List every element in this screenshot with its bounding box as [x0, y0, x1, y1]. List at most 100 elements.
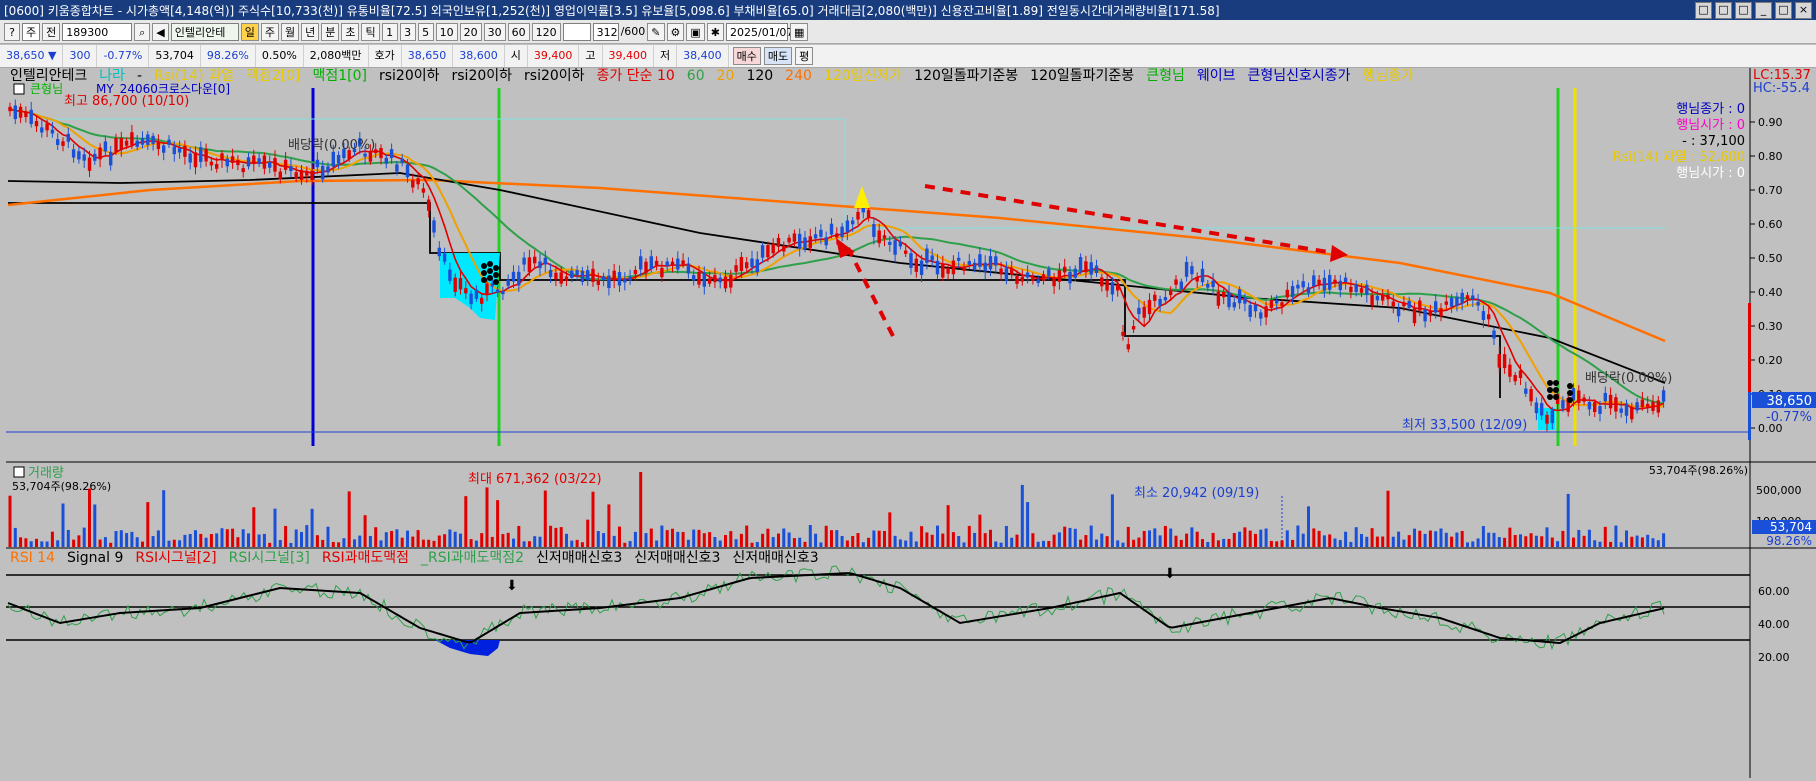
candle-body: [723, 276, 728, 289]
period-day[interactable]: 일: [240, 22, 259, 41]
legend-item[interactable]: 60: [687, 68, 705, 84]
candle-body: [363, 153, 367, 157]
volume-bar: [1333, 538, 1337, 547]
legend-item[interactable]: rsi20이하: [379, 68, 440, 84]
rsi-legend-item[interactable]: RSI시그널[2]: [135, 550, 216, 566]
minimize-button[interactable]: _: [1755, 2, 1772, 19]
candle-body: [1280, 302, 1284, 307]
legend-item[interactable]: 큰형님: [1146, 68, 1185, 84]
legend-item[interactable]: 120일신저가: [824, 68, 902, 84]
rsi-legend-item[interactable]: RSI과매도맥점: [322, 550, 409, 566]
legend-item[interactable]: 20: [717, 68, 735, 84]
period-tick[interactable]: 틱: [361, 22, 380, 41]
candle-body: [98, 147, 102, 160]
legend-item[interactable]: 큰형님신호시종가: [1247, 68, 1350, 84]
volume-bar: [1561, 530, 1565, 547]
candle-body: [718, 277, 722, 283]
volume-bar: [209, 534, 213, 547]
volume-bar: [639, 472, 643, 547]
legend-box-icon: [13, 466, 25, 478]
legend-item[interactable]: 웨이브: [1197, 68, 1236, 84]
restore-button[interactable]: □: [1695, 2, 1712, 19]
volume-bar: [1280, 540, 1284, 547]
rsi-legend-item[interactable]: RSI 14: [10, 550, 55, 566]
legend-item[interactable]: 120일돌파기준봉: [914, 68, 1018, 84]
date-input[interactable]: 2025/01/07: [726, 22, 793, 41]
interval-120[interactable]: 120: [531, 22, 561, 41]
save-icon[interactable]: ▣: [686, 22, 705, 41]
rsi-legend-item[interactable]: RSI시그널[3]: [229, 550, 310, 566]
volume-bar: [1084, 535, 1088, 547]
rsi-legend-item[interactable]: 신저매매신호3: [634, 550, 720, 566]
period-week[interactable]: 주: [260, 22, 279, 41]
chart-svg[interactable]: 인텔리안테크 나라 - Rsi(14) 과열 맥점2[0] 맥점1[0] rsi20이하 rs…: [0, 68, 1816, 778]
volume-bar: [1662, 533, 1666, 547]
interval-custom-input[interactable]: [562, 22, 591, 41]
buy-button[interactable]: 매수: [732, 47, 761, 65]
eval-button[interactable]: 평: [795, 47, 814, 65]
count-input[interactable]: 312: [592, 22, 619, 41]
candle-body: [172, 146, 176, 155]
cascade-button[interactable]: □: [1735, 2, 1752, 19]
legend-item[interactable]: 행님종가: [1363, 68, 1415, 84]
legend-item[interactable]: rsi20이하: [524, 68, 585, 84]
volume-bar: [459, 533, 462, 547]
interval-5[interactable]: 5: [417, 22, 434, 41]
interval-30[interactable]: 30: [483, 22, 506, 41]
candle-body: [453, 277, 457, 292]
volume-bar: [368, 536, 372, 547]
period-minute[interactable]: 분: [321, 22, 340, 41]
interval-20[interactable]: 20: [459, 22, 482, 41]
volume-bar: [231, 528, 235, 547]
tile-button[interactable]: □: [1715, 2, 1732, 19]
period-year[interactable]: 년: [301, 22, 320, 41]
calendar-icon[interactable]: ▦: [790, 22, 809, 41]
volume-bar: [1243, 527, 1247, 547]
volume-bar: [1503, 537, 1507, 547]
legend-item[interactable]: 맥점2[0]: [246, 68, 301, 84]
candle-body: [623, 278, 627, 283]
gear-icon[interactable]: ✱: [706, 22, 725, 41]
rsi-legend-item[interactable]: 신저매매신호3: [732, 550, 818, 566]
candle-body: [554, 272, 558, 280]
volume-bar: [1471, 541, 1475, 547]
volume-bar: [623, 542, 627, 547]
period-second[interactable]: 초: [341, 22, 360, 41]
maximize-button[interactable]: □: [1775, 2, 1792, 19]
stock-code-input[interactable]: 189300: [62, 22, 133, 41]
legend-item[interactable]: 120일돌파기준봉: [1030, 68, 1134, 84]
rsi-legend-item[interactable]: Signal 9: [67, 550, 123, 566]
candle-body: [919, 260, 924, 275]
interval-10[interactable]: 10: [435, 22, 458, 41]
volume-bar: [883, 530, 886, 547]
volume-bar: [1423, 533, 1427, 547]
chart-area[interactable]: 인텔리안테크 나라 - Rsi(14) 과열 맥점2[0] 맥점1[0] rsi20이하 rs…: [0, 68, 1816, 778]
period-select[interactable]: 주: [22, 22, 41, 41]
legend-item[interactable]: rsi20이하: [452, 68, 513, 84]
interval-3[interactable]: 3: [399, 22, 416, 41]
prev-button[interactable]: 전: [42, 22, 61, 41]
volume-bar: [1068, 527, 1072, 547]
legend-item[interactable]: 종가 단순 10: [597, 68, 675, 84]
volume-axis-tick: 500,000: [1756, 484, 1802, 497]
settings-icon[interactable]: ⚙: [666, 22, 685, 41]
candle-body: [1386, 294, 1390, 300]
help-icon[interactable]: ?: [4, 22, 20, 41]
window-controls: □ □ □ _ □ ×: [1695, 2, 1812, 19]
rsi-legend-item[interactable]: 신저매매신호3: [536, 550, 622, 566]
candle-body: [607, 275, 611, 289]
tool-icon[interactable]: ✎: [647, 22, 665, 41]
sell-button[interactable]: 매도: [763, 47, 793, 65]
legend-item[interactable]: 120: [746, 68, 773, 84]
volume-bar: [1540, 536, 1544, 547]
legend-item[interactable]: 맥점1[0]: [312, 68, 367, 84]
rsi-legend-item[interactable]: _RSI과매도맥점2: [420, 550, 524, 566]
search-icon[interactable]: ⌕: [134, 22, 151, 41]
interval-1[interactable]: 1: [381, 22, 398, 41]
legend-item[interactable]: 240: [785, 68, 812, 84]
interval-60[interactable]: 60: [507, 22, 530, 41]
candle-body: [268, 161, 272, 168]
period-month[interactable]: 월: [280, 22, 300, 41]
close-button[interactable]: ×: [1795, 2, 1812, 19]
speaker-icon[interactable]: ◀: [152, 22, 169, 41]
